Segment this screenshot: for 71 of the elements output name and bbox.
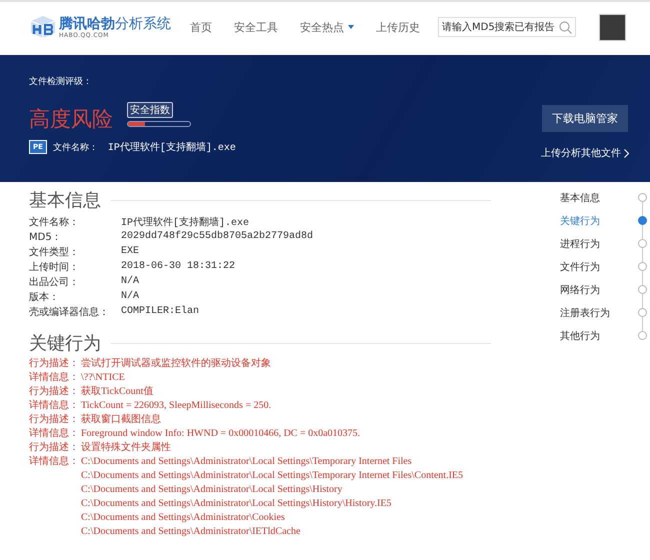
- info-label: 壳或编译器信息：: [29, 306, 110, 318]
- behavior-label: 详情信息：: [29, 455, 80, 469]
- behavior-text: C:\Documents and Settings\Administrator\Local Settings\History\History.IE5: [81, 497, 392, 511]
- download-button[interactable]: 下载电脑管家: [542, 105, 628, 132]
- step-dot-icon: [638, 262, 647, 271]
- safety-index-badge: 安全指数: [127, 102, 173, 118]
- behavior-label: 行为描述：: [29, 413, 80, 427]
- search-field[interactable]: 请输入MD5搜索已有报告: [438, 17, 576, 37]
- behavior-text: 设置特殊文件夹属性: [81, 441, 171, 455]
- info-label: 文件名称：: [29, 216, 80, 228]
- behavior-label: 行为描述：: [29, 385, 80, 399]
- side-nav-item[interactable]: 注册表行为: [560, 301, 650, 324]
- info-label: 文件类型：: [29, 246, 80, 258]
- side-nav-item[interactable]: 关键行为: [560, 209, 650, 232]
- file-name: IP代理软件[支持翻墙].exe: [108, 140, 236, 154]
- info-value: COMPILER:Elan: [121, 306, 200, 317]
- info-value: 2029dd748f29c55db8705a2b2779ad8d: [121, 231, 314, 242]
- behavior-label: 详情信息：: [29, 399, 80, 413]
- step-dot-icon: [638, 331, 647, 340]
- rating-label: 文件检测评级：: [29, 77, 92, 87]
- behavior-label: 详情信息：: [29, 427, 80, 441]
- info-value: IP代理软件[支持翻墙].exe: [121, 216, 250, 228]
- step-dot-icon: [638, 308, 647, 317]
- info-label: 出品公司：: [29, 276, 80, 288]
- behavior-text: Foreground window Info: HWND = 0x00010466, DC = 0x0a010375.: [81, 427, 360, 441]
- behavior-label: 行为描述：: [29, 441, 80, 455]
- file-name-label: 文件名称：: [52, 142, 98, 154]
- side-nav-item[interactable]: 进程行为: [560, 232, 650, 255]
- step-dot-icon: [638, 193, 647, 202]
- info-value: N/A: [121, 276, 140, 287]
- side-nav-item[interactable]: 其他行为: [560, 324, 650, 347]
- info-value: 2018-06-30 18:31:22: [121, 261, 236, 272]
- caret-icon: [348, 25, 354, 29]
- behavior-text: 获取TickCount值: [81, 385, 154, 399]
- step-dot-icon: [638, 239, 647, 248]
- nav-link[interactable]: 安全热点: [300, 20, 354, 34]
- behavior-text: C:\Documents and Settings\Administrator\Local Settings\Temporary Internet Files\Content.IE5: [81, 469, 464, 483]
- info-value: EXE: [121, 246, 140, 257]
- behavior-text: C:\Documents and Settings\Administrator\Local Settings\History: [81, 483, 344, 497]
- avatar-photo-placeholder[interactable]: [599, 14, 626, 40]
- brand-name: 腾讯哈勃: [59, 16, 115, 32]
- side-nav-item[interactable]: 基本信息: [560, 186, 650, 209]
- step-dot-icon: [638, 285, 647, 294]
- behavior-label: 行为描述：: [29, 357, 80, 371]
- upload-link[interactable]: 上传分析其他文件: [541, 146, 629, 160]
- risk-level: 高度风险: [29, 106, 113, 132]
- chevron-icon: [624, 148, 629, 158]
- behavior-text: C:\Documents and Settings\Administrator\Local Settings\Temporary Internet Files: [81, 455, 413, 469]
- side-nav-item[interactable]: 文件行为: [560, 255, 650, 278]
- nav-link[interactable]: 安全工具: [234, 20, 278, 34]
- section-title: 基本信息: [29, 189, 101, 212]
- step-dot-icon: [638, 216, 647, 225]
- behavior-text: C:\Documents and Settings\Administrator\Cookies: [81, 511, 286, 525]
- info-label: 上传时间：: [29, 260, 80, 274]
- nav-link[interactable]: 上传历史: [376, 20, 420, 34]
- info-value: N/A: [121, 291, 140, 302]
- behavior-text: 尝试打开调试器或监控软件的驱动设备对象: [81, 357, 271, 371]
- search-icon: [559, 21, 572, 34]
- product-name: 分析系统: [115, 16, 171, 32]
- section-title: 关键行为: [29, 332, 101, 355]
- behavior-text: \??\NTICE: [81, 371, 125, 385]
- behavior-label: 详情信息：: [29, 371, 80, 385]
- behavior-text: C:\Documents and Settings\Administrator\IETldCache: [81, 525, 302, 539]
- nav-link[interactable]: 首页: [190, 20, 212, 34]
- behavior-text: TickCount = 226093, SleepMilliseconds = 250.: [81, 399, 272, 413]
- cube-logo-icon: [30, 15, 56, 39]
- behavior-text: 获取窗口截图信息: [81, 413, 161, 427]
- safety-index-bar: [127, 121, 191, 127]
- info-label: 版本：: [29, 290, 60, 304]
- info-label: MD5：: [29, 230, 63, 244]
- side-nav-item[interactable]: 网络行为: [560, 278, 650, 301]
